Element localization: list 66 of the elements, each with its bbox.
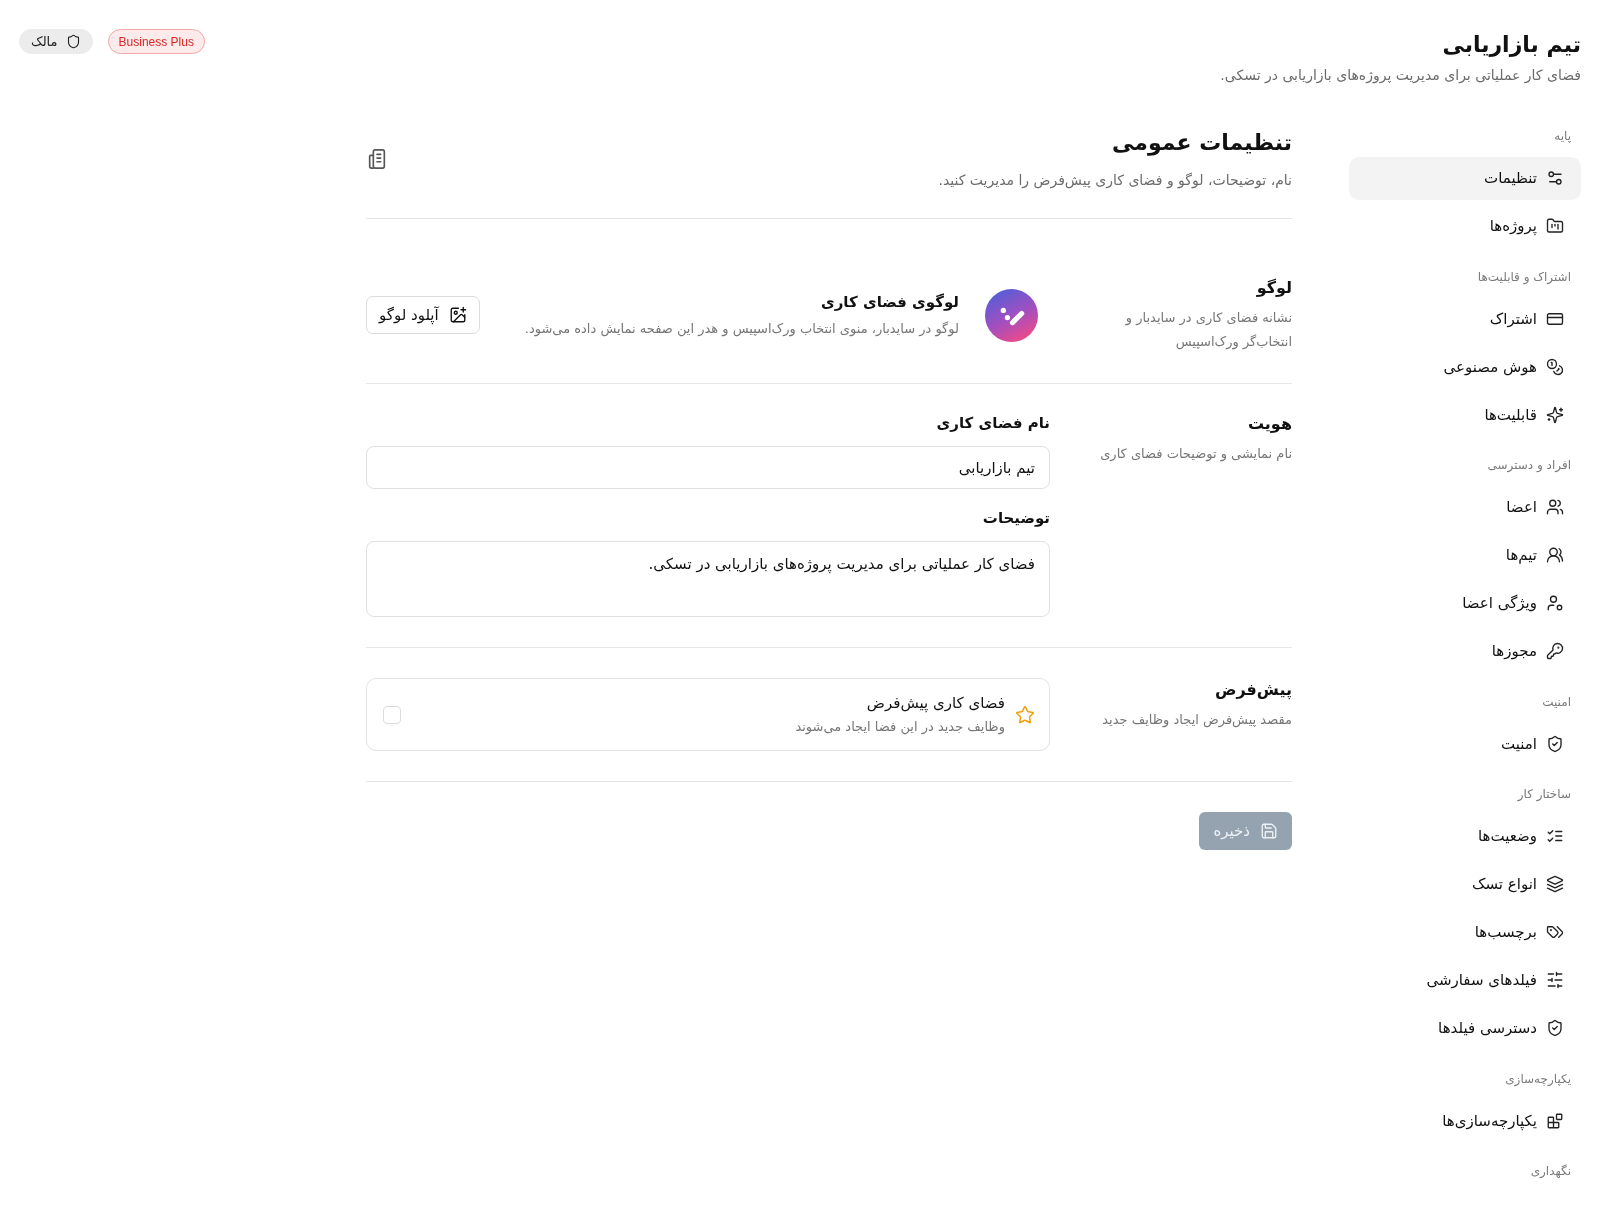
checkbox[interactable] xyxy=(383,705,401,724)
section-description: نشانه فضای کاری در سایدبار و انتخاب‌گر ورک‌اسپیس xyxy=(1124,309,1292,352)
sidebar-section-label: افراد و دسترسی xyxy=(1486,457,1572,474)
description-textarea[interactable]: فضای کار عملیاتی برای مدیریت پروژه‌های بازاریابی در تسکی. xyxy=(366,541,1050,617)
sliders-icon xyxy=(1546,971,1564,989)
users-icon xyxy=(1546,546,1564,564)
sidebar-item[interactable]: فیلدهای سفارشی xyxy=(1349,958,1581,1002)
folder-icon xyxy=(1546,217,1564,235)
name-input[interactable]: تیم بازاریابی xyxy=(366,446,1050,489)
sidebar-section-label: نگهداری xyxy=(1529,1163,1572,1180)
save-icon xyxy=(1260,822,1278,840)
sidebar-item[interactable]: ویژگی اعضا xyxy=(1349,581,1581,625)
section-title: پیش‌فرض xyxy=(1213,679,1292,702)
sidebar-item[interactable]: انواع تسک xyxy=(1349,862,1581,906)
sidebar-item[interactable]: مجوزها xyxy=(1349,629,1581,673)
sidebar-section-label: اشتراک و قابلیت‌ها xyxy=(1476,268,1572,286)
sidebar-item[interactable]: تیم‌ها xyxy=(1349,533,1581,577)
sidebar-item[interactable]: اشتراک xyxy=(1349,297,1581,340)
field-label: نام فضای کاری xyxy=(935,413,1050,434)
sparkles-icon xyxy=(1546,405,1564,424)
image-plus-icon xyxy=(448,306,467,324)
key-icon xyxy=(1546,642,1564,660)
sliders-icon xyxy=(1546,169,1564,187)
sidebar-section-label: امنیت xyxy=(1541,693,1572,711)
option-description: وظایف جدید در این فضا ایجاد می‌شوند xyxy=(794,718,1005,737)
sidebar-section-label: پایه xyxy=(1553,128,1572,145)
tags-icon xyxy=(1546,923,1564,941)
layers-icon xyxy=(1546,875,1564,893)
page-subtitle: نام، توضیحات، لوگو و فضای کاری پیش‌فرض را مدیریت کنید. xyxy=(938,171,1292,190)
sidebar-item[interactable]: امنیت xyxy=(1349,722,1581,765)
section-title: لوگو xyxy=(1255,277,1292,299)
sidebar-item[interactable]: وضعیت‌ها xyxy=(1349,814,1581,858)
workspace-title: تیم بازاریابی xyxy=(1441,31,1581,59)
coins-icon xyxy=(1546,357,1564,376)
upload-logo-button[interactable]: آپلود لوگو xyxy=(366,296,480,334)
sidebar-section-label: ساختار کار xyxy=(1516,786,1572,803)
logo-title: لوگوی فضای کاری xyxy=(819,292,959,313)
sidebar-item[interactable]: تنظیمات xyxy=(1349,156,1581,200)
logo-description: لوگو در سایدبار، منوی انتخاب ورک‌اسپیس و هدر این صفحه نمایش داده می‌شود. xyxy=(523,320,959,339)
workspace-subtitle: فضای کار عملیاتی برای مدیریت پروژه‌های بازاریابی در تسکی. xyxy=(1220,66,1581,85)
sidebar-item[interactable]: یکپارچه‌سازی‌ها xyxy=(1349,1099,1581,1142)
sidebar-item[interactable]: هوش مصنوعی xyxy=(1349,345,1581,388)
sidebar-item[interactable]: برچسب‌ها xyxy=(1349,910,1581,954)
section-title: هویت xyxy=(1246,413,1292,435)
shield-icon xyxy=(65,34,81,49)
shield-check-icon xyxy=(1546,1019,1564,1037)
sidebar-item[interactable]: قابلیت‌ها xyxy=(1349,393,1581,436)
blocks-icon xyxy=(1546,1111,1564,1130)
field-label: توضیحات xyxy=(981,508,1050,529)
section-description: نام نمایشی و توضیحات فضای کاری xyxy=(1099,445,1292,464)
sidebar-section-label: یکپارچه‌سازی xyxy=(1504,1070,1572,1088)
plan-badge: Business Plus xyxy=(107,29,205,54)
user-icon xyxy=(1546,594,1564,612)
sidebar-item[interactable]: دسترسی فیلدها xyxy=(1349,1006,1581,1050)
star-icon xyxy=(1015,704,1035,725)
role-text: مالک xyxy=(31,34,58,49)
shield-check-icon xyxy=(1546,734,1564,753)
sidebar-item[interactable]: پروژه‌ها xyxy=(1349,204,1581,248)
option-title: فضای کاری پیش‌فرض xyxy=(865,693,1005,714)
users-icon xyxy=(1546,498,1564,516)
logo-icon xyxy=(985,288,1038,342)
section-description: مقصد پیش‌فرض ایجاد وظایف جدید xyxy=(1101,711,1292,730)
page-title: تنظیمات عمومی xyxy=(1111,129,1292,158)
document-icon xyxy=(366,147,388,170)
sidebar-item[interactable]: اعضا xyxy=(1349,485,1581,529)
list-checks-icon xyxy=(1546,827,1564,845)
